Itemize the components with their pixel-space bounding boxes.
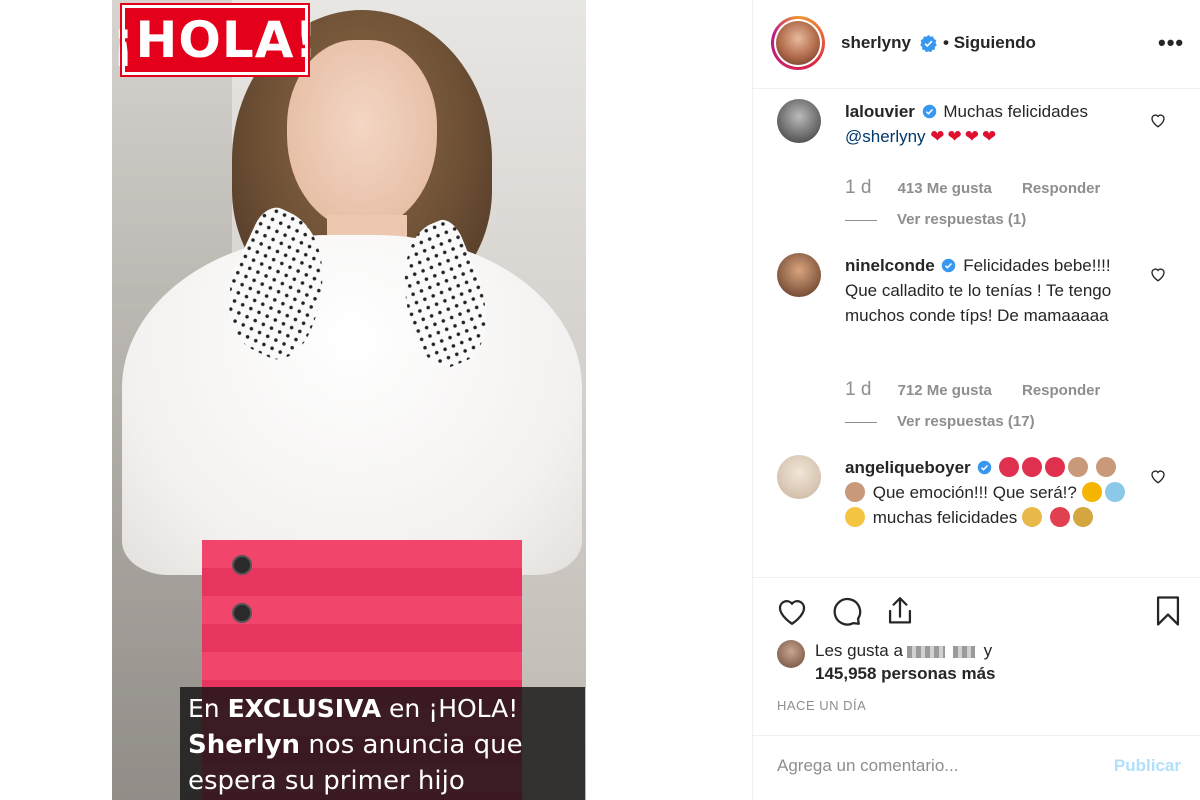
comment-like-heart-icon[interactable] (1149, 265, 1167, 283)
post-media[interactable]: ¡HOLA! En EXCLUSIVA en ¡HOLA! Sherlyn no… (0, 0, 752, 800)
confetti-ball-emoji (1072, 507, 1093, 527)
commenter-username[interactable]: lalouvier (845, 102, 915, 121)
publish-button[interactable]: Publicar (1114, 756, 1181, 776)
comments-list: lalouvier Muchas felicidades @sherlyny ❤… (753, 89, 1200, 577)
comment-meta: 1 d 413 Me gusta Responder (845, 177, 1126, 199)
commenter-username[interactable]: ninelconde (845, 256, 935, 275)
comment-item: ninelconde Felicidades bebe!!!! Que call… (777, 253, 1187, 430)
magazine-cover-image (112, 0, 586, 800)
baby-emoji (1104, 482, 1125, 502)
post-side-panel: sherlyny • Siguiendo ••• lalouvier Mucha… (752, 0, 1200, 800)
liker-avatar[interactable] (777, 640, 805, 668)
likes-count[interactable]: 145,958 personas más (815, 664, 996, 684)
comment-like-heart-icon[interactable] (1149, 111, 1167, 129)
commenter-avatar[interactable] (777, 99, 821, 143)
reply-button[interactable]: Responder (1022, 382, 1100, 399)
mention-link[interactable]: @sherlyny (845, 127, 926, 146)
sparkling-heart-emoji (999, 457, 1020, 477)
author-avatar[interactable] (771, 16, 825, 70)
comment-item: angeliqueboyer Que emoción!!! Que será!?… (777, 455, 1187, 565)
verified-badge-icon (942, 258, 956, 273)
comment-likes[interactable]: 413 Me gusta (898, 180, 992, 197)
comment-text: Que emoción!!! Que será!? (872, 483, 1077, 502)
hola-logo: ¡HOLA! (112, 3, 317, 77)
comment-icon[interactable] (829, 594, 863, 628)
clapping-hands-emoji (1068, 457, 1089, 477)
post-timestamp[interactable]: HACE UN DÍA (777, 698, 866, 713)
balloon-emoji (1049, 507, 1070, 527)
verified-badge-icon (920, 35, 937, 52)
comment-likes[interactable]: 712 Me gusta (898, 382, 992, 399)
party-popper-emoji (1022, 507, 1043, 527)
comment-time: 1 d (845, 379, 872, 400)
more-options-icon[interactable]: ••• (1158, 30, 1184, 56)
sparkling-heart-emoji (1022, 457, 1043, 477)
comment-time: 1 d (845, 177, 872, 198)
blurred-username (952, 645, 975, 658)
comment-item: lalouvier Muchas felicidades @sherlyny ❤… (777, 99, 1187, 239)
heart-icon[interactable] (775, 594, 809, 628)
clapping-hands-emoji (1095, 457, 1116, 477)
commenter-username[interactable]: angeliqueboyer (845, 458, 971, 477)
comment-input[interactable]: Agrega un comentario... (777, 756, 958, 776)
author-username[interactable]: sherlyny (841, 33, 911, 53)
likes-summary: Les gusta a y (815, 641, 993, 660)
baby-emoji (1081, 482, 1102, 502)
view-replies-button[interactable]: Ver respuestas (17) (845, 413, 1035, 430)
hola-logo-text: ¡HOLA! (111, 11, 319, 69)
sparkling-heart-emoji (1045, 457, 1066, 477)
comment-composer: Agrega un comentario... Publicar (753, 735, 1200, 800)
comment-text: Muchas felicidades (943, 102, 1088, 121)
bookmark-icon[interactable] (1151, 594, 1185, 628)
comment-text: muchas felicidades (872, 508, 1018, 527)
blurred-username (906, 645, 945, 658)
post-header: sherlyny • Siguiendo ••• (753, 0, 1200, 89)
view-replies-button[interactable]: Ver respuestas (1) (845, 211, 1026, 228)
verified-badge-icon (978, 460, 992, 475)
cover-caption: En EXCLUSIVA en ¡HOLA! Sherlyn nos anunc… (180, 687, 585, 800)
hearts-emoji: ❤❤❤❤ (930, 127, 1000, 146)
commenter-avatar[interactable] (777, 455, 821, 499)
hugging-face-emoji (845, 507, 865, 527)
reply-button[interactable]: Responder (1022, 180, 1100, 197)
share-icon[interactable] (883, 594, 917, 628)
verified-badge-icon (922, 104, 936, 119)
clapping-hands-emoji (845, 482, 865, 502)
follow-status[interactable]: • Siguiendo (943, 33, 1036, 53)
comment-like-heart-icon[interactable] (1149, 467, 1167, 485)
commenter-avatar[interactable] (777, 253, 821, 297)
comment-meta: 1 d 712 Me gusta Responder (845, 379, 1126, 401)
